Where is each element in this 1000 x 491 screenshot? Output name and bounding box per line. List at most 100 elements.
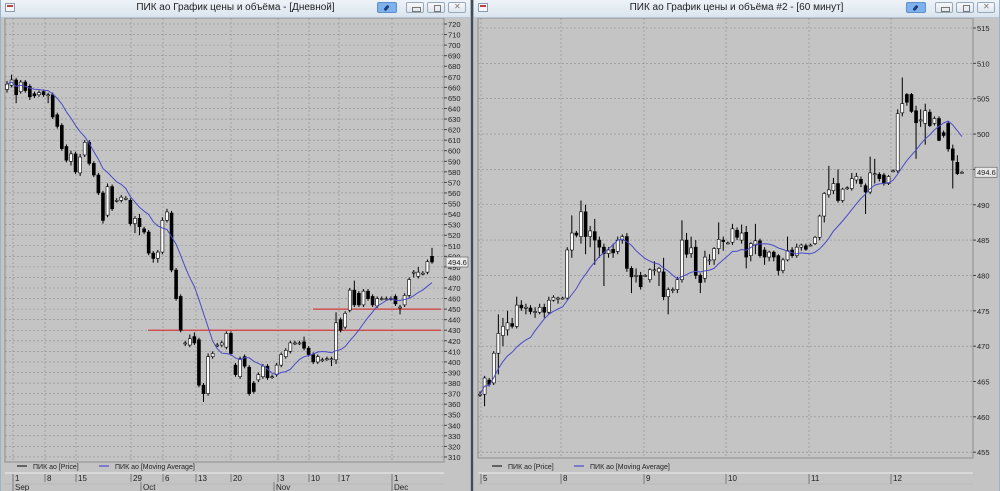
candle-body [744, 232, 749, 258]
candle-body [274, 364, 279, 375]
window-titlebar[interactable]: ПИК ао График цены и объёма #2 - [60 мин… [474, 0, 999, 18]
y-axis-tick-label: 580 [448, 168, 461, 177]
y-axis-tick-label: 630 [448, 115, 461, 124]
y-axis-tick-label: 640 [448, 104, 461, 113]
candle-body [776, 255, 781, 271]
daily-price-chart[interactable]: 7207107006906806706606506406306206106005… [1, 0, 472, 491]
candle-body [370, 296, 375, 306]
candle-body [156, 251, 160, 259]
candle-body [684, 239, 689, 255]
candle-body [611, 248, 615, 254]
candle-body [960, 171, 964, 174]
y-axis-tick-label: 470 [448, 284, 461, 293]
candle-body [781, 259, 785, 271]
close-icon[interactable] [977, 2, 995, 13]
candle-body [831, 183, 836, 191]
x-axis-day-label: 8 [563, 474, 568, 483]
candle-body [863, 185, 868, 193]
close-icon[interactable] [448, 2, 466, 13]
window-titlebar[interactable]: ПИК ао График цены и объёма - [Дневной] [1, 0, 470, 18]
y-axis-tick-label: 490 [977, 201, 990, 210]
y-axis-tick-label: 470 [977, 342, 990, 351]
x-axis-day-label: 29 [133, 474, 142, 483]
candle-body [105, 186, 110, 216]
candle-body [675, 279, 680, 290]
candle-body [133, 218, 137, 224]
candle-body [325, 358, 329, 361]
maximize-icon[interactable] [956, 2, 974, 13]
candle-body [251, 382, 256, 392]
candle-body [178, 296, 183, 331]
candle-body [210, 353, 215, 357]
candle-body [703, 256, 707, 279]
candle-body [421, 272, 425, 275]
candle-body [137, 218, 142, 228]
candle-body [375, 298, 379, 307]
y-axis-tick-label: 530 [448, 221, 461, 230]
hourly-price-chart[interactable]: 5155105055004954904854804754704654604555… [474, 0, 1000, 491]
candle-body [721, 239, 726, 242]
candle-body [941, 132, 946, 136]
x-axis-day-label: 10 [728, 474, 737, 483]
minimize-icon[interactable] [406, 2, 424, 13]
candle-body [680, 239, 684, 280]
y-axis-tick-label: 500 [977, 130, 990, 139]
minimize-icon[interactable] [935, 2, 953, 13]
candle-body [430, 256, 434, 263]
candle-body [900, 103, 905, 114]
candle-body [165, 211, 169, 221]
pin-icon[interactable] [377, 2, 397, 13]
y-axis-tick-label: 515 [977, 24, 990, 33]
candle-body [739, 232, 744, 241]
candle-body [689, 247, 693, 254]
candle-body [384, 298, 389, 300]
candle-body [854, 176, 859, 181]
candle-body [320, 359, 325, 362]
candle-body [657, 268, 661, 273]
candle-body [877, 174, 882, 179]
maximize-icon[interactable] [427, 2, 445, 13]
candle-body [634, 275, 638, 277]
legend-price-label: ПИК ао [Price] [33, 464, 79, 471]
candle-body [510, 323, 514, 327]
candle-body [579, 211, 583, 237]
y-axis-tick-label: 650 [448, 94, 461, 103]
y-axis-tick-label: 680 [448, 62, 461, 71]
candle-body [661, 271, 666, 297]
candle-body [505, 322, 510, 331]
candle-body [758, 240, 762, 256]
y-axis-tick-label: 370 [448, 390, 461, 399]
y-axis-tick-label: 600 [448, 147, 461, 156]
candle-body [283, 350, 288, 357]
x-axis-day-label: 1 [394, 474, 399, 483]
candle-body [652, 269, 657, 272]
candle-body [174, 269, 178, 299]
y-axis-tick-label: 700 [448, 41, 461, 50]
y-axis-tick-label: 570 [448, 178, 461, 187]
y-axis-tick-label: 475 [977, 307, 990, 316]
candle-body [528, 307, 533, 312]
candle-body [827, 189, 831, 196]
y-axis-tick-label: 410 [448, 347, 461, 356]
candle-body [698, 275, 703, 283]
candle-body [64, 146, 69, 161]
candle-body [937, 118, 941, 141]
candle-body [597, 239, 602, 248]
candle-body [14, 79, 18, 96]
candle-body [238, 358, 242, 378]
y-axis-tick-label: 505 [977, 95, 990, 104]
candle-body [872, 173, 877, 175]
candle-body [762, 249, 767, 258]
candle-body [224, 333, 229, 348]
y-axis-tick-label: 550 [448, 200, 461, 209]
candle-body [514, 304, 519, 327]
x-axis-day-label: 17 [341, 474, 350, 483]
y-axis-tick-label: 520 [448, 231, 461, 240]
candle-body [905, 94, 909, 103]
y-axis-tick-label: 670 [448, 73, 461, 82]
candle-body [638, 275, 643, 288]
candle-body [219, 342, 224, 346]
pin-icon[interactable] [906, 2, 926, 13]
y-axis-tick-label: 560 [448, 189, 461, 198]
candle-body [895, 113, 900, 172]
